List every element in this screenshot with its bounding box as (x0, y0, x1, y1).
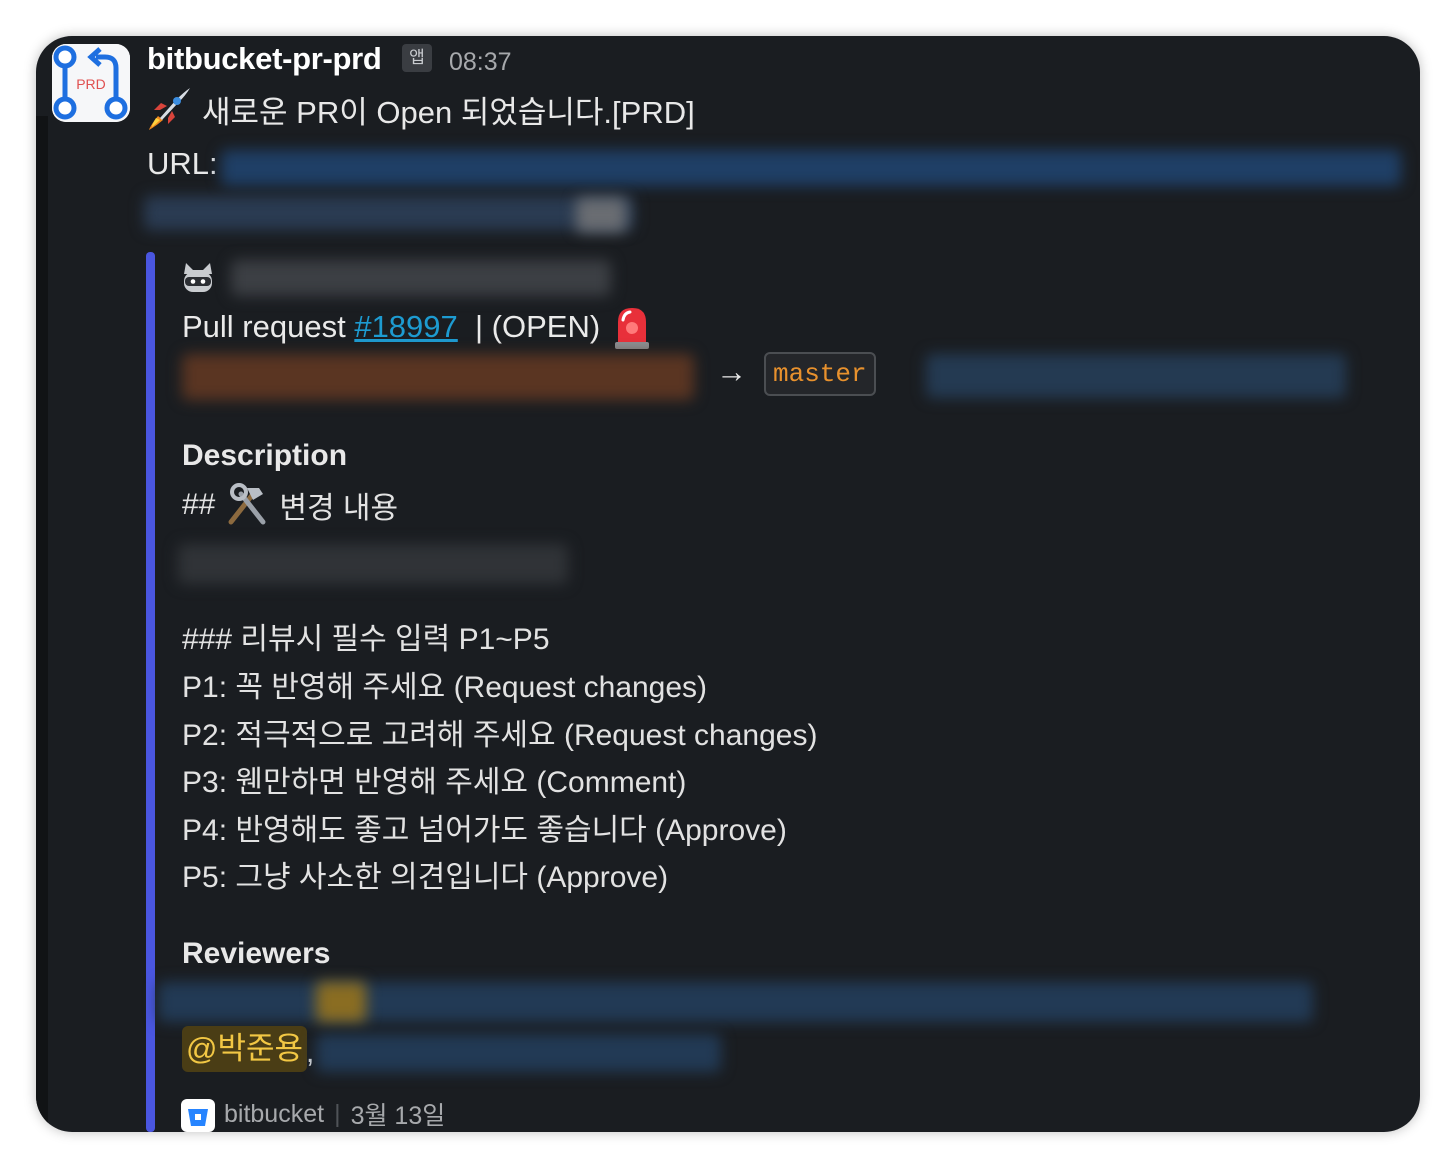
app-avatar[interactable]: PRD (52, 44, 130, 122)
review-guide-p4: P4: 반영해도 좋고 넘어가도 좋습니다 (Approve) (182, 814, 787, 847)
pr-number-link[interactable]: #18997 (354, 309, 457, 345)
mention-comma: , (306, 1036, 315, 1069)
ninja-cat-icon (184, 263, 212, 292)
pull-request-icon: PRD (52, 44, 130, 122)
rocket-icon (149, 88, 190, 130)
siren-icon (615, 308, 650, 349)
redacted-author[interactable] (231, 260, 611, 296)
footer-date[interactable]: 3월 13일 (351, 1096, 446, 1132)
message-title: 새로운 PR이 Open 되었습니다.[PRD] (146, 86, 695, 132)
app-badge: 앱 (402, 44, 432, 72)
url-label: URL: (147, 146, 218, 181)
reviewer-mention[interactable]: @박준용 (182, 1026, 308, 1072)
review-guide-p1: P1: 꼭 반영해 주세요 (Request changes) (182, 671, 708, 704)
title-text: 새로운 PR이 Open 되었습니다.[PRD] (202, 94, 695, 130)
review-guide-heading: ### 리뷰시 필수 입력 P1~P5 (182, 623, 550, 656)
slack-message-card: PRD bitbucket-pr-prd 앱 08:37 새로운 PR이 Ope… (36, 36, 1420, 1132)
timestamp[interactable]: 08:37 (449, 48, 512, 77)
branch-arrow: → (716, 354, 747, 389)
review-guide-p5: P5: 그냥 사소한 의견입니다 (Approve) (182, 861, 669, 894)
redacted-description (178, 544, 568, 584)
footer-separator: | (334, 1099, 341, 1128)
redacted-reviewer-emoji (316, 982, 366, 1022)
tools-icon (228, 483, 266, 525)
footer-app: bitbucket (224, 1099, 325, 1128)
description-heading: Description (182, 439, 348, 472)
redacted-url-cont[interactable] (144, 196, 634, 230)
redacted-url[interactable] (221, 150, 1401, 186)
sidebar-edge (36, 116, 48, 1132)
bitbucket-icon (181, 1099, 215, 1132)
redacted-source-branch[interactable] (182, 354, 694, 400)
redacted-branch-link[interactable] (926, 354, 1346, 398)
review-guide-p3: P3: 웬만하면 반영해 주세요 (Comment) (182, 766, 687, 799)
sender-name[interactable]: bitbucket-pr-prd (147, 41, 382, 77)
reviewers-heading: Reviewers (182, 937, 331, 970)
pr-prefix: Pull request (182, 309, 355, 344)
pr-title-line: Pull request #18997 | (OPEN) (182, 304, 652, 350)
redacted-url-dot (576, 198, 626, 232)
review-guide-p2: P2: 적극적으로 고려해 주세요 (Request changes) (182, 719, 818, 752)
avatar-label: PRD (76, 76, 106, 92)
description-title-line: ## 변경 내용 (182, 482, 398, 528)
pr-status: | (OPEN) (457, 309, 601, 344)
target-branch: master (764, 352, 876, 396)
description-hash: ## (182, 488, 216, 521)
redacted-reviewers-2[interactable] (316, 1034, 721, 1072)
attachment-footer: bitbucket | 3월 13일 (224, 1096, 445, 1132)
description-title: 변경 내용 (279, 492, 399, 525)
attachment-accent-bar (146, 252, 155, 1132)
